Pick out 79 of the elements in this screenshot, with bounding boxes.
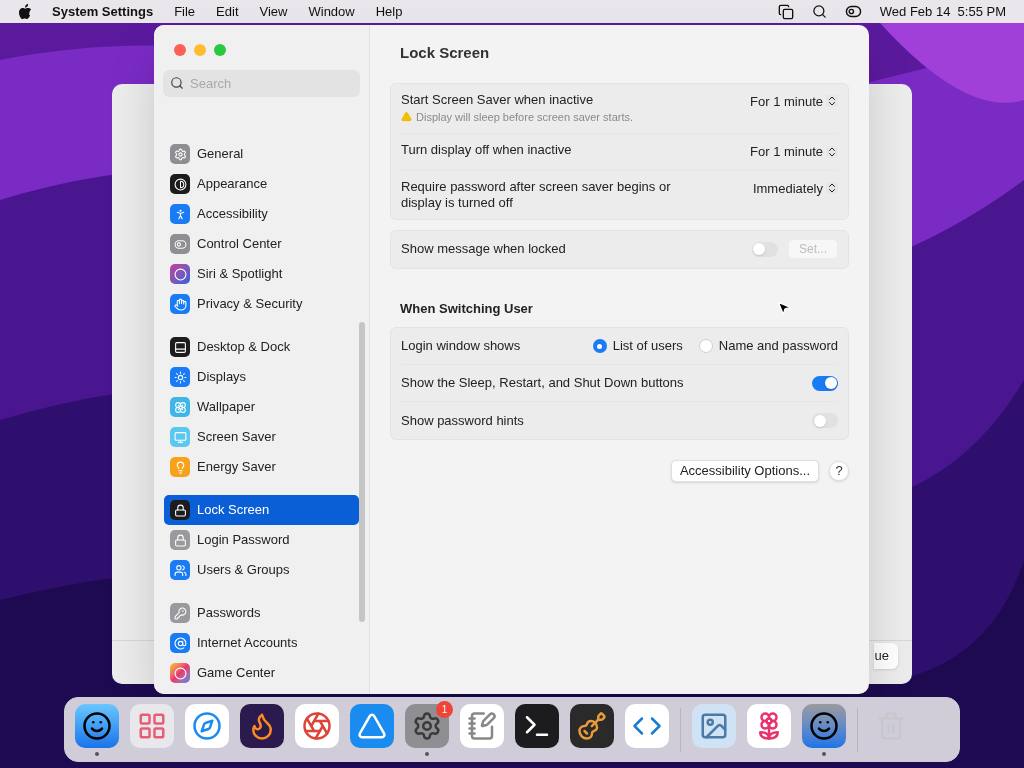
contrast-icon: [170, 174, 190, 194]
app-menu[interactable]: System Settings: [52, 1, 154, 22]
chevrons-icon: [826, 145, 838, 158]
bubbles-icon: [170, 663, 190, 683]
at-sign-icon: [170, 633, 190, 653]
setting-label: Show password hints: [401, 411, 524, 430]
setting-label: Login window shows: [401, 337, 521, 356]
setting-label: Show message when locked: [401, 240, 566, 259]
accessibility-options-button[interactable]: Accessibility Options...: [670, 460, 819, 482]
popup-button[interactable]: Immediately: [752, 178, 838, 198]
section-heading: When Switching User: [399, 299, 534, 318]
warning-icon: [401, 111, 412, 123]
setting-label: Show the Sleep, Restart, and Shut Down buttons: [401, 374, 684, 393]
clock[interactable]: Wed Feb 14 5:55 PM: [879, 1, 1006, 22]
menu-item[interactable]: File: [174, 1, 196, 22]
sidebar-item[interactable]: Siri & Spotlight: [164, 259, 359, 289]
apple-logo-icon[interactable]: [18, 3, 32, 20]
menu-item[interactable]: View: [259, 1, 288, 22]
toggles-icon: [170, 234, 190, 254]
key-icon: [170, 603, 190, 623]
setting-label: Turn display off when inactive: [401, 142, 573, 158]
setting-label: Require password after screen saver begins or display is turned off: [401, 178, 672, 211]
notification-badge: 1: [436, 700, 453, 718]
radio-option[interactable]: List of users: [592, 336, 683, 356]
gear-icon: [170, 144, 190, 164]
sidebar-item[interactable]: Desktop & Dock: [164, 332, 359, 362]
dock-face-icon[interactable]: [802, 703, 846, 756]
menu-item[interactable]: Edit: [216, 1, 239, 22]
sidebar-item[interactable]: General: [164, 139, 359, 169]
toggles-icon[interactable]: [844, 3, 862, 20]
sidebar-item[interactable]: Energy Saver: [164, 452, 359, 482]
menu-item[interactable]: Window: [308, 1, 355, 22]
sidebar-item[interactable]: Login Password: [164, 525, 359, 555]
lock-icon: [170, 500, 190, 520]
hand-icon: [170, 294, 190, 314]
sidebar-item[interactable]: Internet Accounts: [164, 628, 359, 658]
orb-icon: [170, 264, 190, 284]
flower-icon: [170, 397, 190, 417]
popup-button[interactable]: For 1 minute: [750, 91, 838, 111]
toggle-switch[interactable]: [812, 375, 838, 391]
person-icon: [170, 204, 190, 224]
sidebar-item[interactable]: Game Center: [164, 658, 359, 688]
dock-face-icon[interactable]: [75, 703, 119, 756]
sidebar-item[interactable]: Screen Saver: [164, 422, 359, 452]
sidebar-item[interactable]: Displays: [164, 362, 359, 392]
monitor-icon: [170, 427, 190, 447]
cursor-icon: [776, 300, 792, 316]
search-icon[interactable]: [811, 4, 827, 19]
toggle-switch[interactable]: [812, 413, 838, 428]
sidebar-item[interactable]: Accessibility: [164, 199, 359, 229]
popup-button[interactable]: For 1 minute: [750, 142, 838, 162]
users-icon: [170, 560, 190, 580]
lock-icon: [170, 530, 190, 550]
continue-button[interactable]: ue: [873, 643, 898, 669]
sidebar-item[interactable]: Control Center: [164, 229, 359, 259]
sidebar-item[interactable]: Users & Groups: [164, 555, 359, 585]
chevrons-icon: [826, 95, 838, 108]
menu-item[interactable]: Help: [375, 1, 403, 22]
lightbulb-icon: [170, 457, 190, 477]
search-icon: [170, 76, 184, 90]
page-title: Lock Screen: [399, 43, 491, 63]
dock-icon: [170, 337, 190, 357]
toggle-switch[interactable]: [752, 241, 778, 257]
dock-gear-icon[interactable]: [405, 703, 449, 756]
chevrons-icon: [826, 182, 838, 195]
setting-label: Start Screen Saver when inactive: [401, 91, 595, 108]
sidebar-item[interactable]: Appearance: [164, 169, 359, 199]
windows-icon[interactable]: [777, 3, 794, 20]
scrollbar-thumb[interactable]: [359, 322, 365, 622]
sidebar-item[interactable]: Wallpaper: [164, 392, 359, 422]
sidebar-item[interactable]: Lock Screen: [164, 495, 359, 525]
setting-note: Display will sleep before screen saver starts.: [416, 109, 634, 125]
radio-option[interactable]: Name and password: [698, 336, 838, 356]
sidebar-item[interactable]: Privacy & Security: [164, 289, 359, 319]
search-field[interactable]: Search: [163, 70, 360, 97]
close-button[interactable]: [174, 44, 186, 56]
sun-icon: [170, 367, 190, 387]
sidebar-item[interactable]: Passwords: [164, 598, 359, 628]
help-button[interactable]: ?: [829, 461, 849, 481]
